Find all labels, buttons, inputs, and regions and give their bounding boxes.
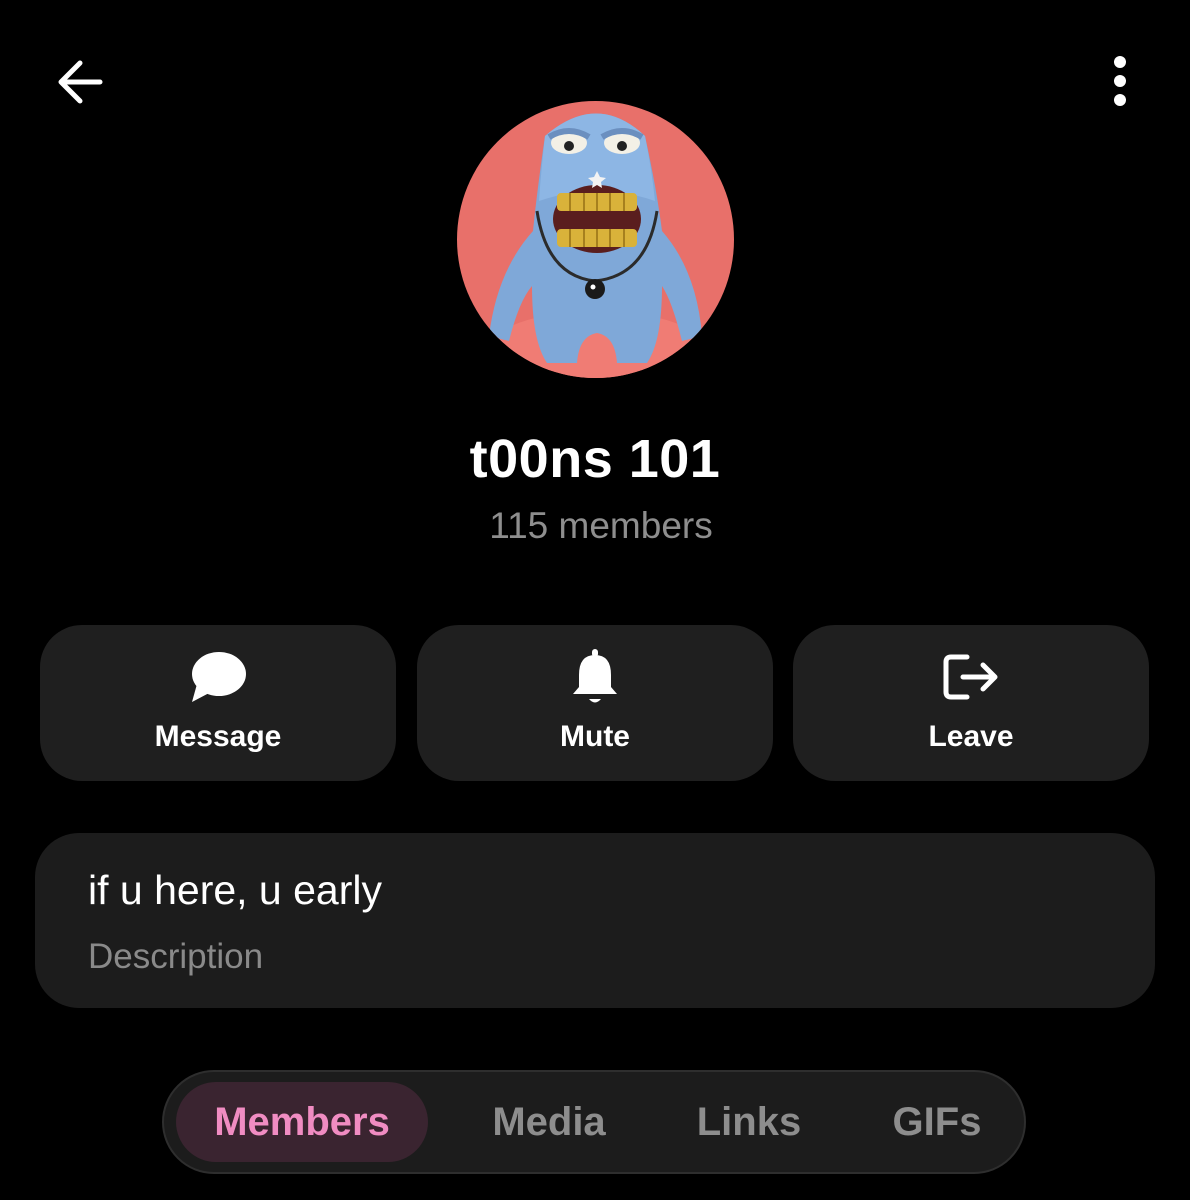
message-button[interactable]: Message [40,625,396,781]
bell-icon [573,649,617,703]
group-name: t00ns 101 [469,429,721,489]
description-label: Description [88,937,264,976]
arrow-left-icon [58,60,103,104]
member-count[interactable]: 115 members [12,505,1190,547]
tab-links[interactable]: Links [664,1082,834,1162]
back-button[interactable] [44,46,116,118]
leave-button[interactable]: Leave [793,625,1149,781]
exit-icon [943,654,998,700]
tab-gifs[interactable]: GIFs [854,1082,1020,1162]
leave-label: Leave [928,720,1014,753]
mute-label: Mute [560,720,630,753]
tab-members[interactable]: Members [176,1082,428,1162]
description-card[interactable]: if u here, u early Description [35,833,1155,1008]
tab-bar: Members Media Links GIFs [162,1070,1026,1174]
more-options-button[interactable] [1090,46,1150,118]
message-label: Message [154,720,282,753]
monster-avatar-image [457,101,734,378]
description-text: if u here, u early [88,867,382,913]
chat-bubble-icon [192,652,246,702]
mute-button[interactable]: Mute [417,625,773,781]
tab-media[interactable]: Media [454,1082,644,1162]
more-vertical-icon [1114,56,1126,106]
group-avatar[interactable] [457,101,734,378]
